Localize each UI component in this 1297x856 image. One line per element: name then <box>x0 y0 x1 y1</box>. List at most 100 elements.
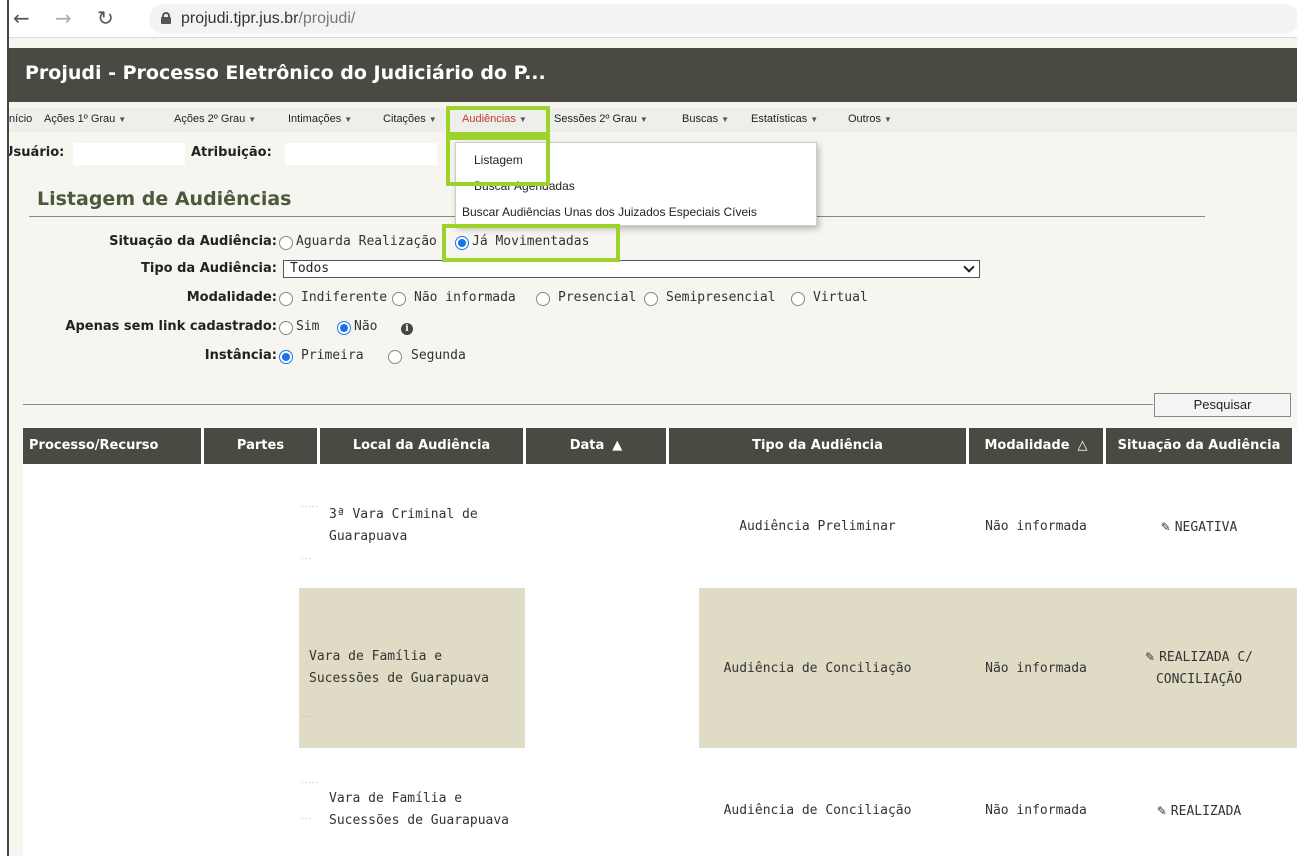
cell-situacao[interactable]: ✎ REALIZADA C/CONCILIAÇÃO <box>1106 646 1292 691</box>
menu-item-outros[interactable]: Outros ▼ <box>848 113 892 125</box>
app-header: Projudi - Processo Eletrônico do Judiciá… <box>9 48 1297 102</box>
cell-tipo: Audiência Preliminar <box>739 519 896 534</box>
tipo-select-value: Todos <box>290 261 330 276</box>
header-processo[interactable]: Processo/Recurso <box>23 428 201 464</box>
modalidade-virtual-radio[interactable] <box>791 292 805 306</box>
chevron-down-icon <box>963 261 975 273</box>
instancia-segunda-radio[interactable] <box>388 350 402 364</box>
chevron-down-icon: ▼ <box>639 115 648 124</box>
row-marker: ..... <box>301 776 319 785</box>
dropdown-item-buscar-audiencias-unas[interactable]: Buscar Audiências Unas dos Juizados Espe… <box>462 205 757 219</box>
menu-item-inicio[interactable]: Início <box>9 113 32 125</box>
modalidade-virtual-label: Virtual <box>813 290 868 305</box>
pencil-icon: ✎ <box>1145 650 1156 664</box>
page-title: Listagem de Audiências <box>37 188 292 210</box>
modalidade-presencial-radio[interactable] <box>536 292 550 306</box>
url-host: projudi.tjpr.jus.br <box>181 10 299 27</box>
pencil-icon: ✎ <box>1160 520 1171 534</box>
usuario-label: Usuário: <box>7 145 65 160</box>
menu-item-acoes-2-grau[interactable]: Ações 2º Grau ▼ <box>174 113 256 125</box>
menu-item-buscas[interactable]: Buscas ▼ <box>682 113 729 125</box>
situacao-movimentadas-radio[interactable] <box>455 236 469 250</box>
sem-link-nao-radio[interactable] <box>337 321 351 335</box>
search-button[interactable]: Pesquisar <box>1154 393 1291 417</box>
header-modalidade[interactable]: Modalidade △ <box>969 428 1103 464</box>
cell-situacao[interactable]: ✎ NEGATIVA <box>1106 516 1292 539</box>
sem-link-nao-label: Não <box>354 319 378 334</box>
lock-icon <box>161 12 171 24</box>
reload-icon[interactable]: ↻ <box>97 6 114 30</box>
menu-item-acoes-1-grau[interactable]: Ações 1º Grau ▼ <box>44 113 126 125</box>
row-marker: ... <box>301 552 312 561</box>
situacao-aguarda-label: Aguarda Realização <box>296 234 437 249</box>
sort-ascending-outline-icon: △ <box>1077 438 1088 453</box>
modalidade-indiferente-radio[interactable] <box>279 292 293 306</box>
menu-item-sessoes-2-grau[interactable]: Sessões 2º Grau ▼ <box>554 113 648 125</box>
cell-tipo: Audiência de Conciliação <box>723 803 912 818</box>
modalidade-semipresencial-label: Semipresencial <box>666 290 776 305</box>
browser-toolbar: ← → ↻ projudi.tjpr.jus.br/projudi/ <box>9 0 1297 38</box>
form-divider <box>23 404 1153 405</box>
row-marker: ... <box>301 710 312 719</box>
header-data[interactable]: Data ▲ <box>526 428 666 464</box>
situacao-aguarda-radio[interactable] <box>279 236 293 250</box>
url-path: /projudi/ <box>298 10 356 27</box>
browser-window: ← → ↻ projudi.tjpr.jus.br/projudi/ Proju… <box>7 0 1297 856</box>
menu-item-intimacoes[interactable]: Intimações ▼ <box>288 113 352 125</box>
chevron-down-icon: ▼ <box>344 115 353 124</box>
address-bar[interactable]: projudi.tjpr.jus.br/projudi/ <box>149 4 1297 34</box>
modalidade-nao-informada-radio[interactable] <box>392 292 406 306</box>
menu-item-audiencias[interactable]: Audiências ▼ <box>462 113 527 125</box>
header-local[interactable]: Local da Audiência <box>320 428 523 464</box>
audiencias-dropdown: Listagem Buscar Agendadas Buscar Audiênc… <box>455 142 817 226</box>
info-icon[interactable]: i <box>401 323 413 335</box>
situacao-label: Situação da Audiência: <box>109 234 277 249</box>
sem-link-sim-radio[interactable] <box>279 321 293 335</box>
chevron-down-icon: ▼ <box>428 115 437 124</box>
atribuicao-value <box>285 143 437 165</box>
cell-local: Vara de Família e Sucessões de Guarapuava <box>329 791 510 828</box>
instancia-label: Instância: <box>204 348 277 363</box>
header-situacao[interactable]: Situação da Audiência <box>1106 428 1292 464</box>
dropdown-item-listagem[interactable]: Listagem <box>474 153 523 167</box>
header-partes[interactable]: Partes <box>204 428 317 464</box>
app-title: Projudi - Processo Eletrônico do Judiciá… <box>25 62 546 84</box>
modalidade-presencial-label: Presencial <box>558 290 637 305</box>
chevron-down-icon: ▼ <box>721 115 729 124</box>
url-text: projudi.tjpr.jus.br/projudi/ <box>181 10 355 28</box>
sem-link-sim-label: Sim <box>296 319 320 334</box>
chevron-down-icon: ▼ <box>884 115 892 124</box>
row-marker: ... <box>301 812 312 821</box>
modalidade-semipresencial-radio[interactable] <box>644 292 658 306</box>
row-marker: ..... <box>301 500 319 509</box>
cell-local: Vara de Família e Sucessões de Guarapuava <box>309 649 490 686</box>
instancia-primeira-radio[interactable] <box>279 350 293 364</box>
header-tipo[interactable]: Tipo da Audiência <box>669 428 966 464</box>
dropdown-item-buscar-agendadas[interactable]: Buscar Agendadas <box>474 179 575 193</box>
tipo-select[interactable]: Todos <box>283 260 980 278</box>
modalidade-indiferente-label: Indiferente <box>301 290 388 305</box>
atribuicao-label: Atribuição: <box>191 145 272 160</box>
back-arrow-icon[interactable]: ← <box>13 6 30 30</box>
cell-situacao[interactable]: ✎ REALIZADA <box>1106 800 1292 823</box>
menu-item-estatisticas[interactable]: Estatísticas ▼ <box>751 113 818 125</box>
modalidade-label: Modalidade: <box>186 290 277 305</box>
chevron-down-icon: ▼ <box>518 115 527 124</box>
sem-link-label: Apenas sem link cadastrado: <box>65 319 277 334</box>
cell-local: 3ª Vara Criminal de Guarapuava <box>329 507 478 544</box>
cell-tipo: Audiência de Conciliação <box>723 661 912 676</box>
pencil-icon: ✎ <box>1156 804 1167 818</box>
chevron-down-icon: ▼ <box>810 115 819 124</box>
cell-modalidade: Não informada <box>985 803 1087 818</box>
situacao-movimentadas-label: Já Movimentadas <box>472 234 590 249</box>
usuario-value <box>73 143 185 165</box>
forward-arrow-icon[interactable]: → <box>55 6 72 30</box>
instancia-segunda-label: Segunda <box>411 348 466 363</box>
main-menu: Início Ações 1º Grau ▼ Ações 2º Grau ▼ Int… <box>9 108 1297 132</box>
menu-item-citacoes[interactable]: Citações ▼ <box>383 113 437 125</box>
tipo-label: Tipo da Audiência: <box>141 261 277 276</box>
sort-ascending-icon: ▲ <box>612 438 623 453</box>
chevron-down-icon: ▼ <box>118 115 127 124</box>
instancia-primeira-label: Primeira <box>301 348 364 363</box>
chevron-down-icon: ▼ <box>248 115 257 124</box>
